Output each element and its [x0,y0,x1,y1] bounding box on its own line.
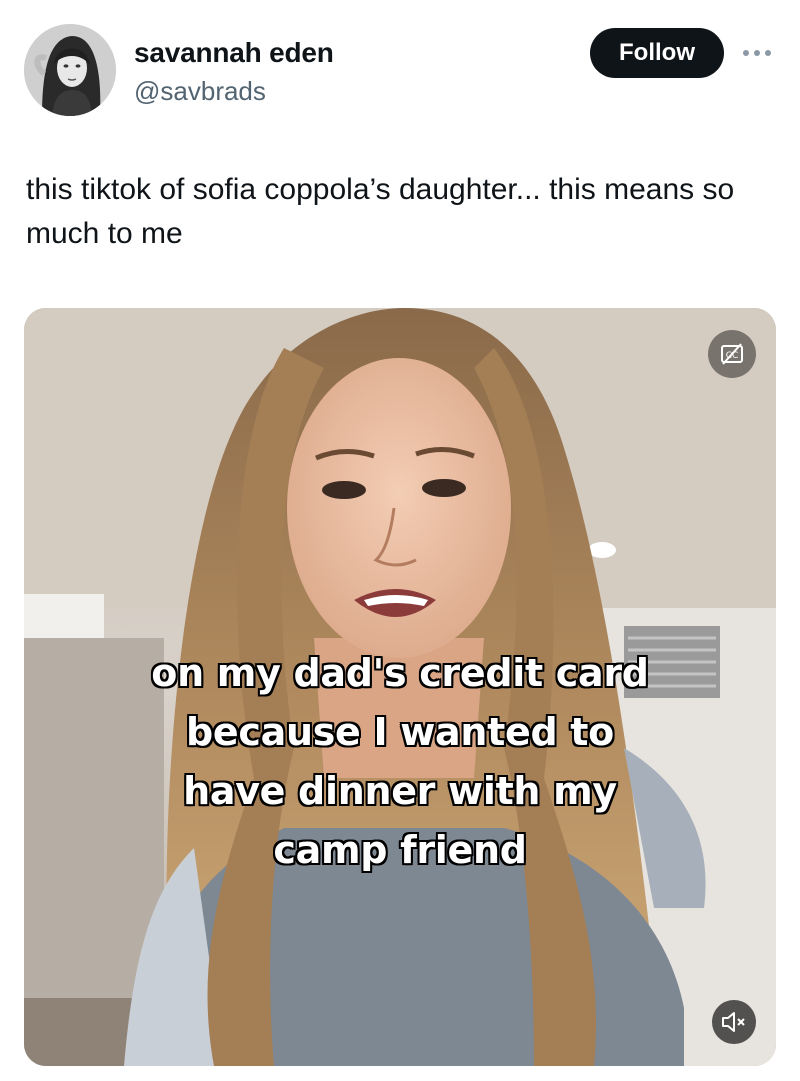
author-handle[interactable]: @savbrads [134,74,334,108]
avatar[interactable] [24,24,116,116]
video-caption: on my dad's credit card because I wanted… [64,644,736,880]
more-horizontal-icon [743,50,771,56]
captions-off-icon: CC [721,343,743,365]
more-options-button[interactable] [738,38,776,68]
tweet-text: this tiktok of sofia coppola’s daughter.… [26,173,735,250]
author-names: savannah eden @savbrads [134,36,334,108]
video-player[interactable]: CC on my dad's credit card because I wan… [24,308,776,1066]
follow-button[interactable]: Follow [590,28,724,78]
volume-muted-icon [722,1012,745,1032]
tweet-header: savannah eden @savbrads Follow [24,24,776,120]
avatar-image [24,24,116,116]
caption-line: have dinner with my [183,769,617,813]
caption-line: because I wanted to [186,710,614,754]
mute-button[interactable] [712,1000,756,1044]
author-display-name[interactable]: savannah eden [134,36,334,70]
caption-line: camp friend [273,828,527,872]
caption-line: on my dad's credit card [151,651,649,695]
captions-button[interactable]: CC [708,330,756,378]
